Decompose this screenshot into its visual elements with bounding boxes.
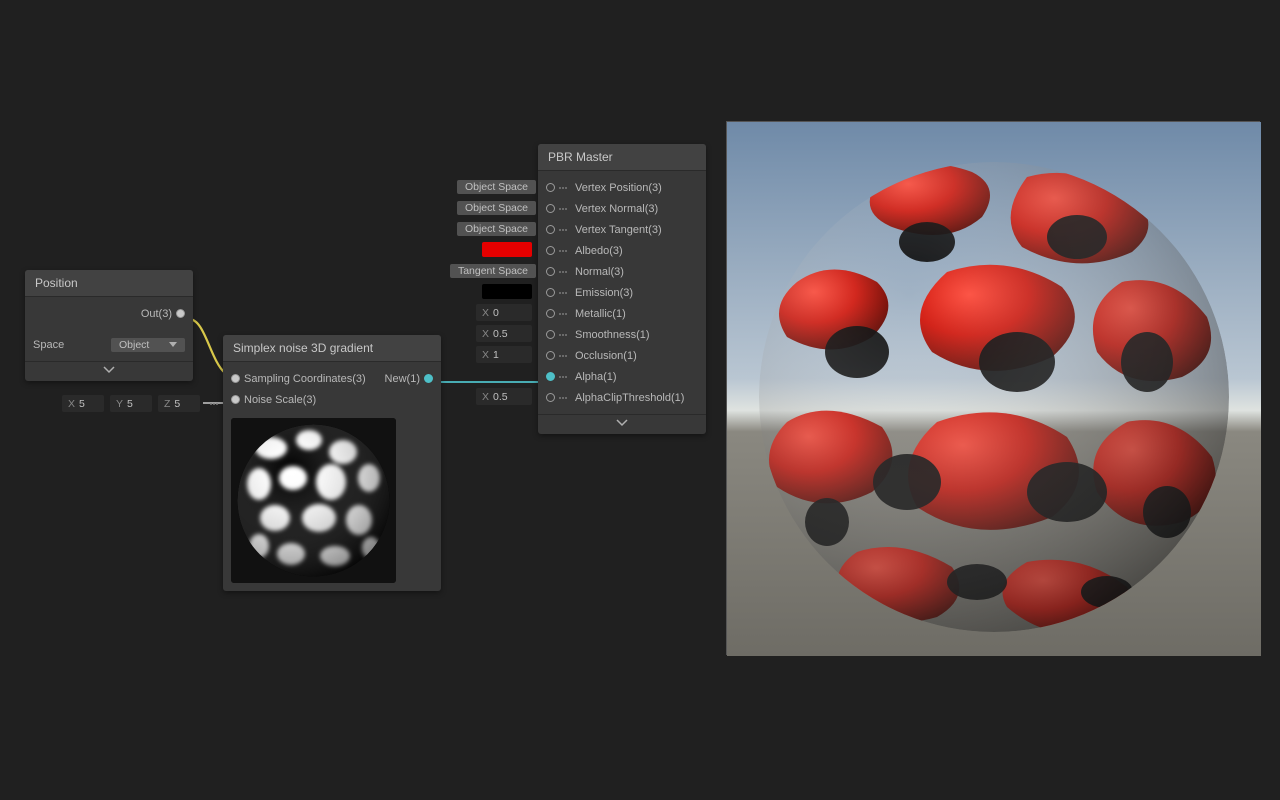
input-label: Occlusion(1) — [571, 350, 641, 362]
input-label: Alpha(1) — [571, 371, 621, 383]
node-title: PBR Master — [538, 144, 706, 171]
space-pill[interactable]: Object Space — [457, 222, 536, 236]
pbr-input-row[interactable]: Vertex Normal(3) — [538, 198, 706, 219]
port-dots — [559, 376, 567, 378]
expand-chevron[interactable] — [25, 361, 193, 381]
port-icon[interactable] — [546, 246, 555, 255]
pbr-input-row[interactable]: Normal(3) — [538, 261, 706, 282]
port-icon[interactable] — [231, 395, 240, 404]
param-label: Space — [33, 339, 72, 351]
float-input[interactable]: X0 — [476, 304, 532, 321]
port-dots — [559, 334, 567, 336]
port-dots — [559, 355, 567, 357]
port-icon[interactable] — [231, 374, 240, 383]
port-icon[interactable] — [176, 309, 185, 318]
noise-scale-vector-field[interactable]: X5 Y5 Z5 — [62, 395, 233, 412]
port-icon[interactable] — [546, 225, 555, 234]
pbr-input-row[interactable]: Vertex Position(3) — [538, 177, 706, 198]
port-noise-scale[interactable]: Noise Scale(3) — [223, 389, 441, 410]
input-label: AlphaClipThreshold(1) — [571, 392, 688, 404]
input-label: Vertex Tangent(3) — [571, 224, 666, 236]
port-dots — [559, 187, 567, 189]
port-sampling-coords[interactable]: Sampling Coordinates(3) New(1) — [223, 368, 441, 389]
node-simplex-noise[interactable]: Simplex noise 3D gradient Sampling Coord… — [223, 335, 441, 591]
node-title: Simplex noise 3D gradient — [223, 335, 441, 362]
port-dots — [210, 403, 218, 405]
float-input[interactable]: X0.5 — [476, 325, 532, 342]
port-icon[interactable] — [424, 374, 433, 383]
y-input[interactable]: Y5 — [110, 395, 152, 412]
port-icon[interactable] — [546, 267, 555, 276]
pbr-input-row[interactable]: AlphaClipThreshold(1) — [538, 387, 706, 408]
port-icon[interactable] — [546, 393, 555, 402]
expand-chevron[interactable] — [538, 414, 706, 434]
port-dots — [559, 313, 567, 315]
space-dropdown[interactable]: Object — [111, 338, 185, 352]
chevron-down-icon — [102, 365, 116, 375]
color-swatch[interactable] — [482, 284, 532, 299]
noise-preview — [231, 418, 396, 583]
pbr-input-row[interactable]: Metallic(1) — [538, 303, 706, 324]
color-swatch[interactable] — [482, 242, 532, 257]
input-label: Vertex Normal(3) — [571, 203, 662, 215]
space-pill[interactable]: Object Space — [457, 180, 536, 194]
node-title: Position — [25, 270, 193, 297]
input-label: Metallic(1) — [571, 308, 630, 320]
pbr-input-row[interactable]: Albedo(3) — [538, 240, 706, 261]
float-input[interactable]: X1 — [476, 346, 532, 363]
space-pill[interactable]: Tangent Space — [450, 264, 536, 278]
port-icon[interactable] — [546, 204, 555, 213]
space-pill[interactable]: Object Space — [457, 201, 536, 215]
port-dots — [559, 292, 567, 294]
chevron-down-icon — [169, 342, 177, 347]
input-label: Vertex Position(3) — [571, 182, 666, 194]
port-out[interactable]: Out(3) — [25, 303, 193, 324]
input-label: Albedo(3) — [571, 245, 627, 257]
port-dots — [559, 397, 567, 399]
node-position[interactable]: Position Out(3) Space Object — [25, 270, 193, 381]
z-input[interactable]: Z5 — [158, 395, 200, 412]
x-input[interactable]: X5 — [62, 395, 104, 412]
port-dots — [559, 271, 567, 273]
port-dots — [559, 229, 567, 231]
pbr-input-row[interactable]: Emission(3) — [538, 282, 706, 303]
port-icon[interactable] — [546, 288, 555, 297]
port-icon[interactable] — [546, 309, 555, 318]
input-label: Emission(3) — [571, 287, 637, 299]
port-dots — [559, 250, 567, 252]
port-dots — [559, 208, 567, 210]
port-icon[interactable] — [546, 330, 555, 339]
port-icon[interactable] — [546, 351, 555, 360]
port-icon[interactable] — [546, 183, 555, 192]
chevron-down-icon — [615, 418, 629, 428]
input-label: Normal(3) — [571, 266, 628, 278]
pbr-input-row[interactable]: Occlusion(1) — [538, 345, 706, 366]
node-pbr-master[interactable]: PBR Master Vertex Position(3) Vertex Norm… — [538, 144, 706, 434]
pbr-input-row[interactable]: Vertex Tangent(3) — [538, 219, 706, 240]
input-label: Smoothness(1) — [571, 329, 654, 341]
pbr-input-row[interactable]: Alpha(1) — [538, 366, 706, 387]
port-icon[interactable] — [546, 372, 555, 381]
pbr-input-row[interactable]: Smoothness(1) — [538, 324, 706, 345]
port-out-new[interactable]: New(1) — [381, 373, 433, 385]
float-input[interactable]: X0.5 — [476, 388, 532, 405]
material-preview[interactable] — [726, 121, 1260, 655]
